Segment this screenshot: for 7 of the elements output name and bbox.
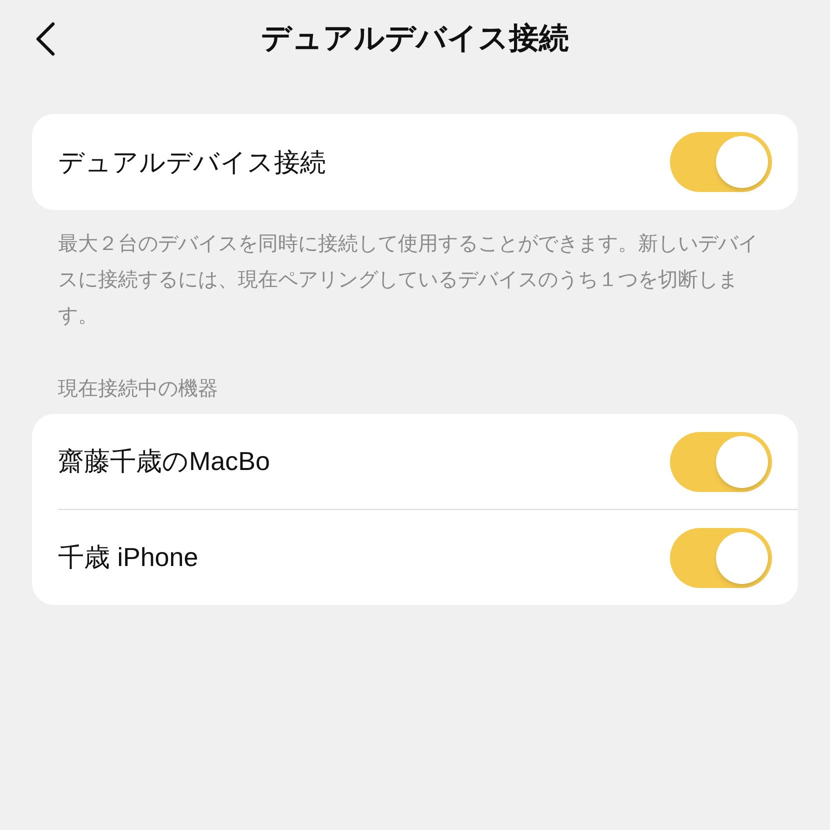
- section-title: 現在接続中の機器: [57, 377, 219, 402]
- device-name: 千歳 iPhone: [58, 541, 198, 574]
- description-text: 最大２台のデバイスを同時に接続して使用することができます。新しいデバイスに接続するには、現在ペアリングしているデバイスのうち１つを切断します。: [57, 232, 759, 329]
- page-title: デュアルデバイス接続: [261, 20, 569, 56]
- setting-label: デュアルデバイス接続: [58, 146, 326, 178]
- back-icon[interactable]: [34, 22, 56, 56]
- device-name: 齋藤千歳のMacBo: [58, 445, 270, 478]
